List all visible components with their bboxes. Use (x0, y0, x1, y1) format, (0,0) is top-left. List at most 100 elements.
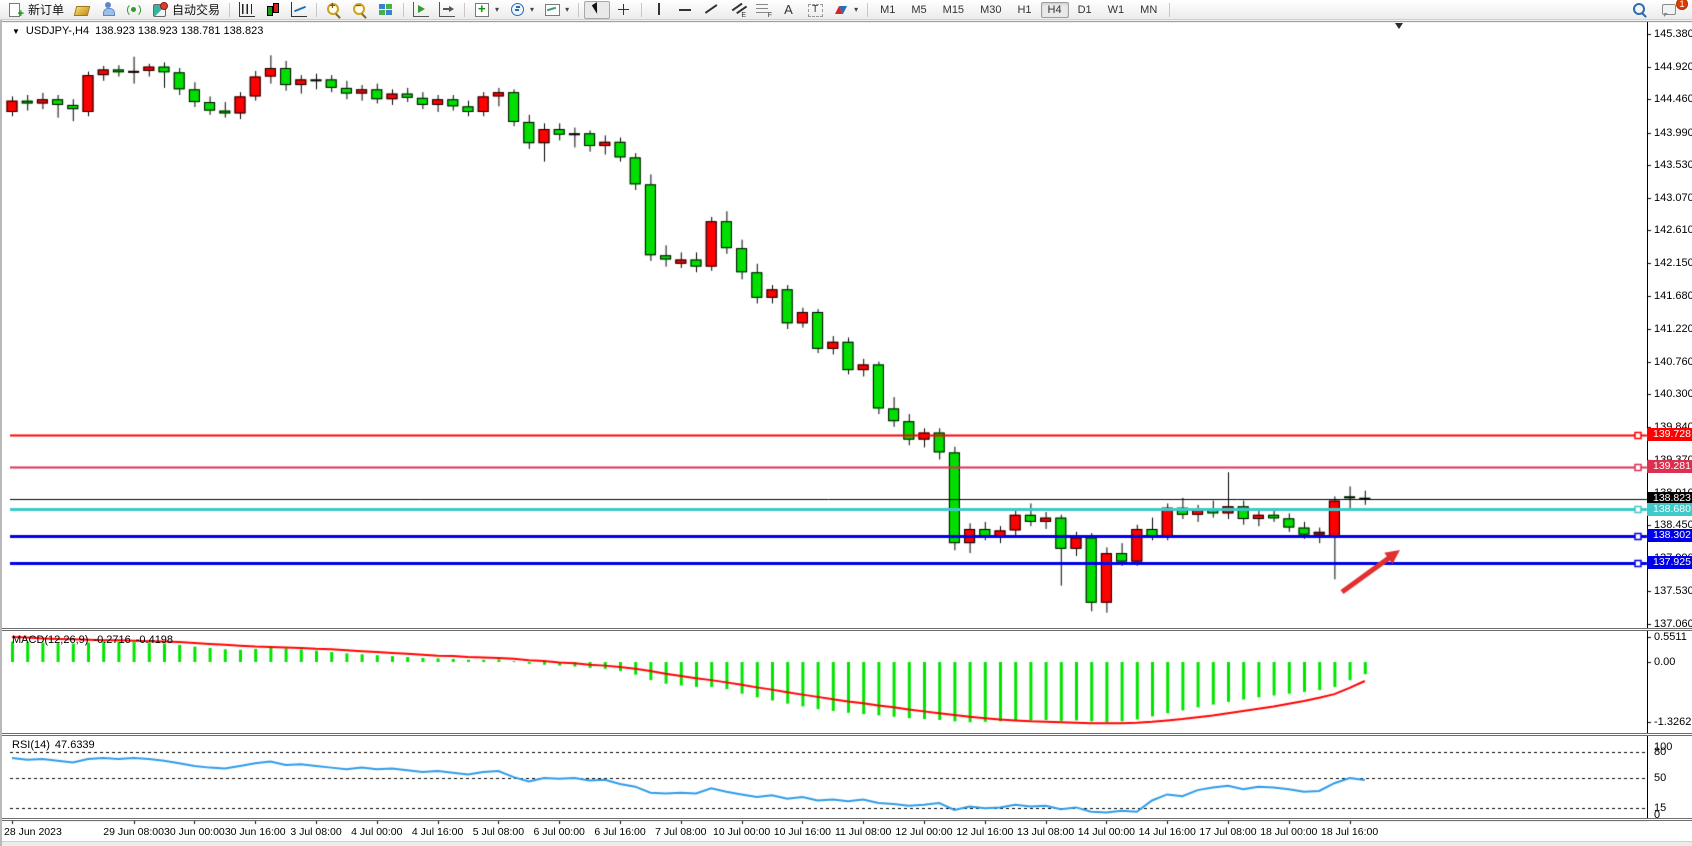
profile-icon (100, 2, 116, 17)
vertical-line-button[interactable] (647, 1, 671, 19)
timeframe-button-m15[interactable]: M15 (936, 2, 971, 18)
crosshair-button[interactable] (612, 1, 636, 19)
search-button[interactable] (1628, 1, 1652, 19)
chart-canvas[interactable] (2, 20, 1692, 846)
price-tick-label: 141.220 (1654, 323, 1692, 335)
time-axis-label: 18 Jul 16:00 (1321, 826, 1378, 838)
hline-price-tag: 138.302 (1647, 529, 1692, 542)
styler-button[interactable] (70, 1, 94, 19)
timeframe-button-m5[interactable]: M5 (904, 2, 933, 18)
price-tick-label: 144.920 (1654, 61, 1692, 73)
trendline-button[interactable] (699, 1, 723, 19)
rsi-scale-label: 80 (1654, 746, 1666, 758)
candlestick-chart-button[interactable] (261, 1, 285, 19)
bar-chart-icon (239, 2, 255, 17)
chart-window: ▼ USDJPY-,H4 138.923 138.923 138.781 138… (0, 20, 1692, 846)
toolbar-separator (316, 3, 317, 17)
time-axis-label: 10 Jul 00:00 (713, 826, 770, 838)
window-bottom-strip (2, 841, 1692, 846)
zoom-out-button[interactable] (348, 1, 372, 19)
price-tick-label: 143.990 (1654, 127, 1692, 139)
time-axis-label: 7 Jul 08:00 (655, 826, 706, 838)
bar-chart-button[interactable] (235, 1, 259, 19)
new-order-button[interactable]: 新订单 (4, 1, 68, 19)
toolbar-separator (867, 3, 868, 17)
notification-badge: 1 (1676, 0, 1688, 10)
time-axis-label: 5 Jul 08:00 (473, 826, 524, 838)
time-axis-label: 30 Jun 16:00 (225, 826, 286, 838)
time-axis-label: 10 Jul 16:00 (774, 826, 831, 838)
price-tick-label: 137.530 (1654, 585, 1692, 597)
timeframe-button-h1[interactable]: H1 (1010, 2, 1038, 18)
cursor-button[interactable] (584, 1, 610, 19)
auto-scroll-icon (413, 2, 429, 17)
tile-windows-button[interactable] (374, 1, 398, 19)
timeframe-button-mn[interactable]: MN (1133, 2, 1164, 18)
price-axis-line (1647, 22, 1648, 820)
price-tick-label: 145.380 (1654, 28, 1692, 40)
timeframe-group: M1M5M15M30H1H4D1W1MN (873, 2, 1164, 18)
time-axis-label: 14 Jul 16:00 (1139, 826, 1196, 838)
chat-button[interactable]: 1 (1658, 1, 1682, 19)
profiles-button[interactable] (96, 1, 120, 19)
toolbar-separator (229, 3, 230, 17)
trendline-icon (703, 2, 719, 17)
timeframe-button-m1[interactable]: M1 (873, 2, 902, 18)
chevron-down-icon: ▾ (495, 5, 499, 14)
pane-separator[interactable] (2, 818, 1692, 821)
hline-price-tag: 137.925 (1647, 556, 1692, 569)
time-axis-label: 29 Jun 08:00 (103, 826, 164, 838)
macd-scale-label: -1.3262 (1654, 716, 1691, 728)
symbol-label-row[interactable]: ▼ USDJPY-,H4 138.923 138.923 138.781 138… (12, 25, 263, 37)
text-label-icon (807, 2, 823, 17)
timeframe-button-h4[interactable]: H4 (1041, 2, 1069, 18)
pane-separator[interactable] (2, 628, 1692, 631)
rsi-title: RSI(14) (12, 739, 50, 751)
rsi-value: 47.6339 (55, 739, 95, 751)
time-axis-label: 18 Jul 00:00 (1260, 826, 1317, 838)
timeframe-button-w1[interactable]: W1 (1101, 2, 1132, 18)
zoom-in-button[interactable] (322, 1, 346, 19)
symbol-label: USDJPY-,H4 (26, 25, 89, 37)
toolbar-right: 1 (1628, 1, 1688, 19)
time-axis-label: 17 Jul 08:00 (1199, 826, 1256, 838)
indicators-button[interactable]: ▾ (470, 1, 503, 19)
symbol-dropdown-icon[interactable]: ▼ (12, 27, 20, 36)
toolbar-separator (464, 3, 465, 17)
line-chart-button[interactable] (287, 1, 311, 19)
macd-title: MACD(12,26,9) (12, 634, 88, 646)
time-axis-label: 4 Jul 00:00 (351, 826, 402, 838)
text-label-button[interactable] (803, 1, 827, 19)
timeframe-button-m30[interactable]: M30 (973, 2, 1008, 18)
styler-icon (74, 3, 90, 18)
arrows-button[interactable]: ▾ (829, 1, 862, 19)
arrows-icon (833, 2, 849, 17)
indicators-add-icon (474, 2, 490, 17)
price-tick-label: 140.300 (1654, 388, 1692, 400)
chart-shift-marker[interactable] (1395, 23, 1403, 29)
pane-separator[interactable] (2, 733, 1692, 736)
auto-scroll-button[interactable] (409, 1, 433, 19)
fibonacci-button[interactable] (751, 1, 775, 19)
templates-button[interactable]: ▾ (540, 1, 573, 19)
timeframe-button-d1[interactable]: D1 (1071, 2, 1099, 18)
crosshair-icon (616, 2, 632, 17)
new-order-label: 新订单 (28, 1, 64, 18)
macd-label: MACD(12,26,9) -0.2716 -0.4198 (12, 634, 173, 646)
time-axis-label: 4 Jul 16:00 (412, 826, 463, 838)
macd-value-main: -0.2716 (93, 634, 130, 646)
macd-scale-label: 0.00 (1654, 656, 1675, 668)
clock-icon (509, 2, 525, 17)
channel-button[interactable] (725, 1, 749, 19)
price-tick-label: 142.610 (1654, 224, 1692, 236)
chart-shift-button[interactable] (435, 1, 459, 19)
horizontal-line-button[interactable] (673, 1, 697, 19)
alerts-button[interactable] (122, 1, 146, 19)
autotrade-button[interactable]: 自动交易 (148, 1, 224, 19)
horizontal-line-icon (677, 2, 693, 17)
time-axis-label: 3 Jul 08:00 (290, 826, 341, 838)
time-axis-label: 30 Jun 00:00 (164, 826, 225, 838)
periods-button[interactable]: ▾ (505, 1, 538, 19)
text-button[interactable] (777, 1, 801, 19)
chevron-down-icon: ▾ (854, 5, 858, 14)
